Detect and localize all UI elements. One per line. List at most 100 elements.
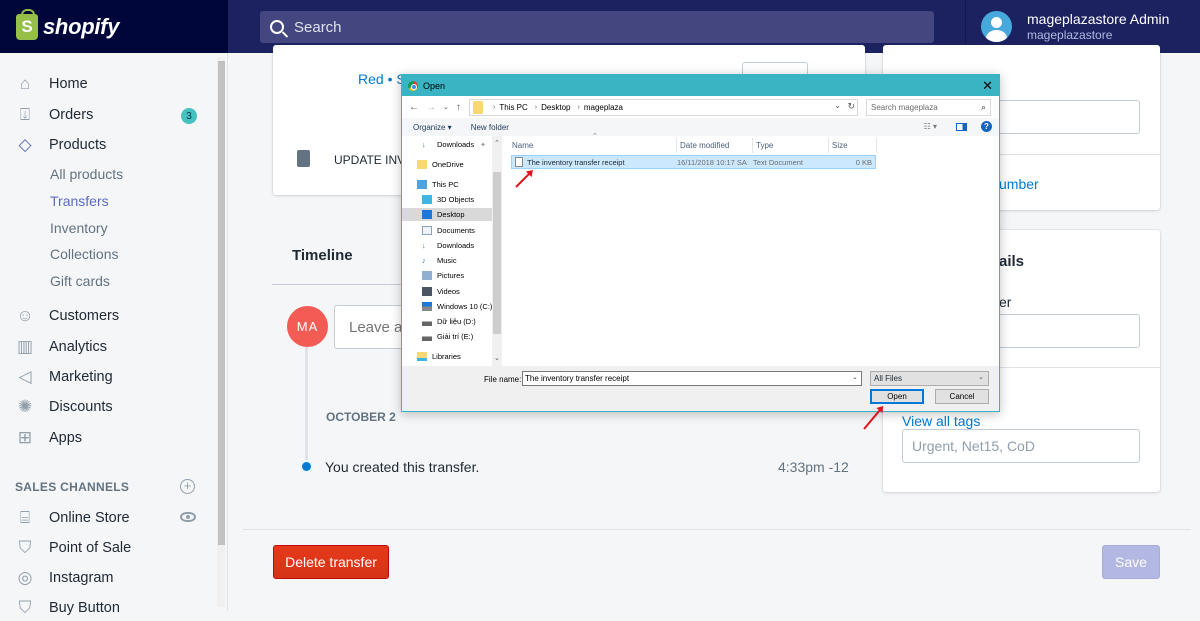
tags-input[interactable]	[902, 429, 1140, 463]
breadcrumb-this-pc[interactable]: This PC	[499, 103, 527, 112]
nav-pane-item-libraries[interactable]: Libraries	[417, 350, 461, 363]
reference-number-input[interactable]	[990, 314, 1140, 348]
sidebar-item-customers[interactable]: ☺ Customers	[15, 303, 119, 329]
nav-pane-item-desktop[interactable]: Desktop	[402, 208, 492, 221]
delete-transfer-button[interactable]: Delete transfer	[273, 545, 389, 579]
new-folder-button[interactable]: New folder	[471, 123, 509, 132]
sales-channels-header: SALES CHANNELS	[15, 480, 130, 494]
drive-icon	[422, 332, 432, 341]
sidebar-subitem-inventory[interactable]: Inventory	[50, 220, 108, 236]
nav-pane-label: Dữ liệu (D:)	[437, 317, 476, 326]
tracking-number-link[interactable]: umber	[999, 176, 1039, 192]
up-arrow-icon[interactable]: ↑	[456, 102, 461, 113]
preview-pane-icon[interactable]	[956, 123, 967, 131]
sidebar-item-discounts[interactable]: ✺ Discounts	[15, 394, 113, 420]
breadcrumb-mageplaza[interactable]: mageplaza	[584, 103, 623, 112]
sidebar-item-apps[interactable]: ⊞ Apps	[15, 425, 82, 451]
nav-pane-label: Giải trí (E:)	[437, 332, 474, 341]
sidebar-subitem-collections[interactable]: Collections	[50, 246, 118, 262]
nav-pane-item-drive-d[interactable]: Dữ liệu (D:)	[422, 315, 476, 328]
chevron-down-icon[interactable]: ⌄	[834, 101, 841, 110]
scroll-up-icon[interactable]: ⌃	[494, 139, 500, 147]
file-size: 0 KB	[855, 157, 872, 167]
open-button[interactable]: Open	[870, 389, 924, 404]
sidebar-item-marketing[interactable]: ◁ Marketing	[15, 364, 112, 390]
search-input[interactable]	[294, 18, 894, 36]
desktop-icon	[422, 210, 432, 219]
nav-pane-item-downloads[interactable]: ↓ Downloads	[422, 239, 474, 252]
nav-pane-item-3d-objects[interactable]: 3D Objects	[422, 193, 474, 206]
orders-icon: ⍗	[19, 105, 31, 124]
nav-pane-item-videos[interactable]: Videos	[422, 285, 460, 298]
nav-pane-item-music[interactable]: ♪ Music	[422, 254, 457, 267]
search-icon	[270, 20, 284, 34]
nav-pane-item-this-pc[interactable]: This PC	[417, 178, 459, 191]
scroll-down-icon[interactable]: ⌄	[494, 354, 500, 362]
chevron-down-icon: ⌄	[978, 374, 984, 381]
save-button[interactable]: Save	[1102, 545, 1160, 579]
sidebar-item-label: Point of Sale	[49, 540, 132, 556]
sidebar-subitem-gift-cards[interactable]: Gift cards	[50, 273, 110, 289]
view-options-icon[interactable]: ☷ ▾	[924, 122, 937, 131]
sidebar-item-home[interactable]: ⌂ Home	[15, 71, 88, 97]
sidebar-item-orders[interactable]: ⍗ Orders	[15, 102, 93, 128]
refresh-icon[interactable]: ↻	[847, 101, 855, 112]
column-header-size[interactable]: Size	[832, 138, 848, 153]
sidebar-item-instagram[interactable]: ◎ Instagram	[15, 565, 114, 591]
pos-bag-icon: ⛉	[18, 538, 32, 557]
sidebar-scrollbar-thumb[interactable]	[218, 61, 225, 545]
sidebar-item-products[interactable]: ◇ Products	[15, 132, 106, 158]
shopify-logo[interactable]: S shopify	[0, 0, 228, 53]
file-type-select[interactable]: All Files ⌄	[870, 371, 989, 386]
variant-link[interactable]: Red • S	[358, 71, 406, 87]
store-icon: ⌸	[19, 508, 31, 527]
recent-dropdown-icon[interactable]: ⌄	[443, 103, 449, 111]
sidebar-item-buy-button[interactable]: ⛉ Buy Button	[15, 595, 120, 621]
breadcrumb-desktop[interactable]: Desktop	[541, 103, 570, 112]
address-bar[interactable]: › This PC › Desktop › mageplaza ⌄ ↻	[469, 99, 858, 116]
file-name-label: File name:	[484, 375, 522, 384]
nav-pane-scrollbar-thumb[interactable]	[493, 172, 501, 334]
nav-pane-label: Videos	[437, 287, 460, 296]
customers-icon: ☺	[16, 306, 34, 325]
sidebar-subitem-transfers[interactable]: Transfers	[50, 193, 109, 209]
nav-pane-label: 3D Objects	[437, 195, 475, 204]
cancel-button[interactable]: Cancel	[935, 389, 989, 404]
sidebar-item-analytics[interactable]: ▥ Analytics	[15, 334, 107, 360]
nav-pane-item-documents[interactable]: Documents	[422, 224, 475, 237]
file-type: Text Document	[753, 157, 804, 167]
sidebar-item-label: Products	[49, 137, 107, 153]
file-list: ⌃ Name Date modified Type Size The inven…	[505, 133, 999, 366]
column-header-type[interactable]: Type	[756, 138, 773, 153]
column-header-date-modified[interactable]: Date modified	[680, 138, 729, 153]
dialog-title-bar[interactable]: Open ✕	[402, 75, 999, 96]
nav-pane-item-downloads-pinned[interactable]: ↓ Downloads ✦	[422, 138, 486, 151]
file-name-input[interactable]	[522, 371, 862, 386]
nav-pane-item-drive-e[interactable]: Giải trí (E:)	[422, 330, 473, 343]
nav-pane-item-windows-c[interactable]: Windows 10 (C:)	[422, 300, 492, 313]
close-icon[interactable]: ✕	[982, 78, 993, 94]
search-bar[interactable]	[260, 11, 934, 43]
nav-pane-label: Desktop	[437, 210, 465, 219]
pictures-icon	[422, 271, 432, 280]
organize-menu[interactable]: Organize ▾	[413, 123, 452, 132]
sidebar-subitem-all-products[interactable]: All products	[50, 166, 123, 182]
file-name: The inventory transfer receipt	[527, 157, 625, 167]
timeline-date-label: OCTOBER 2	[326, 410, 396, 424]
file-row[interactable]: The inventory transfer receipt 16/11/201…	[511, 155, 876, 169]
column-header-name[interactable]: Name	[512, 138, 533, 153]
forward-arrow-icon[interactable]: →	[426, 102, 436, 113]
view-all-tags-link[interactable]: View all tags	[902, 413, 980, 429]
chevron-down-icon[interactable]: ⌄	[852, 373, 858, 381]
view-store-eye-icon[interactable]	[180, 512, 196, 522]
add-sales-channel-icon[interactable]: +	[180, 479, 195, 494]
help-icon[interactable]: ?	[981, 121, 992, 132]
dialog-search-field[interactable]: Search mageplaza ⌕	[866, 99, 991, 116]
nav-pane-item-pictures[interactable]: Pictures	[422, 269, 464, 282]
back-arrow-icon[interactable]: ←	[409, 102, 419, 113]
dialog-footer: File name: ⌄ All Files ⌄ Open Cancel	[402, 366, 999, 411]
nav-pane-item-onedrive[interactable]: OneDrive	[417, 158, 464, 171]
sidebar-item-online-store[interactable]: ⌸ Online Store	[15, 505, 130, 531]
shipment-input[interactable]	[990, 100, 1140, 134]
sidebar-item-point-of-sale[interactable]: ⛉ Point of Sale	[15, 535, 132, 561]
